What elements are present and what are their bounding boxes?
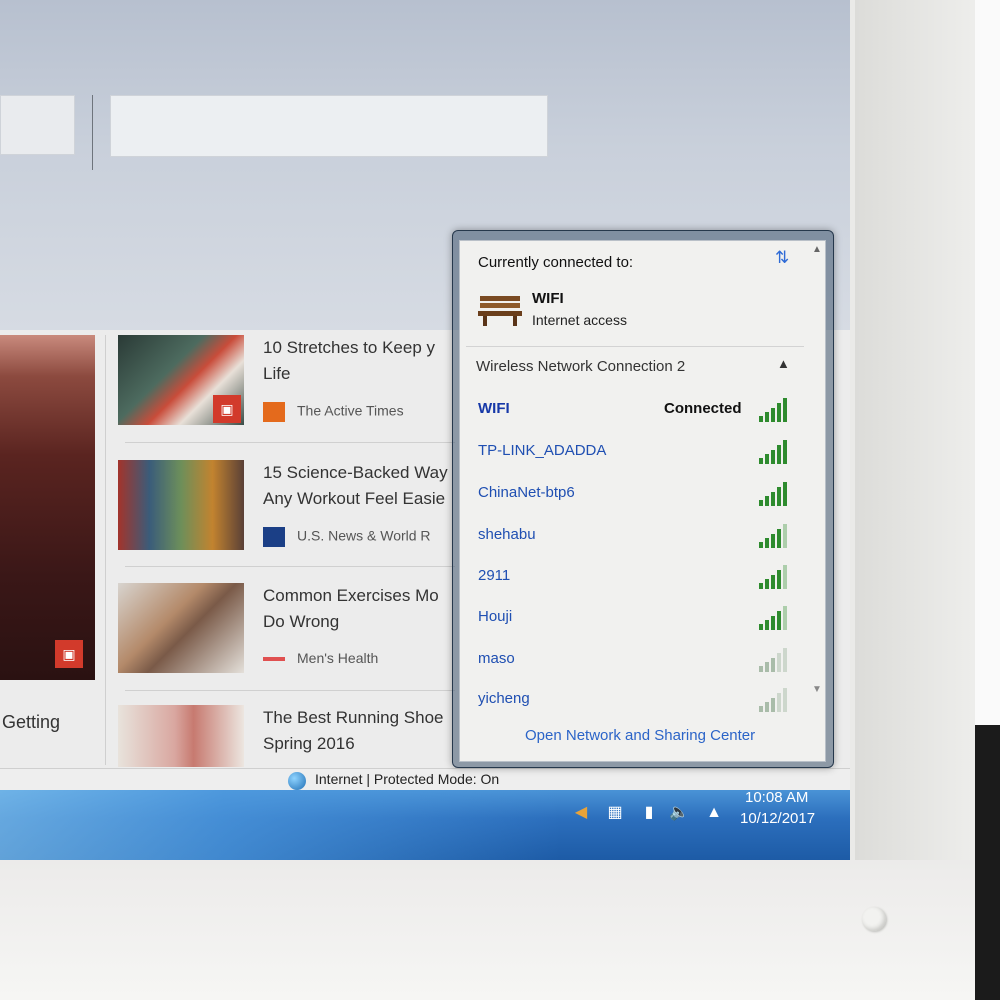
chevron-up-icon[interactable]: ▲ xyxy=(777,356,790,371)
flyout-scrollbar[interactable] xyxy=(808,240,822,700)
signal-strength-icon xyxy=(759,686,791,712)
volume-icon[interactable]: 🔈 xyxy=(668,802,690,824)
network-tray-icon[interactable]: ▲ xyxy=(703,802,725,824)
page-panel-left xyxy=(0,95,75,155)
signal-strength-icon xyxy=(759,438,791,464)
article-title-line1: Common Exercises Mo xyxy=(263,586,439,605)
article-source[interactable]: U.S. News & World R xyxy=(263,527,431,547)
page-panel-search[interactable] xyxy=(110,95,548,157)
article-item[interactable]: Common Exercises Mo Do Wrong Men's Health xyxy=(118,583,458,693)
article-title-line1: The Best Running Shoe xyxy=(263,708,444,727)
network-name: TP-LINK_ADADDA xyxy=(478,442,607,459)
article-title-line2: Spring 2016 xyxy=(263,734,355,753)
network-item-shehabu[interactable]: shehabu xyxy=(468,522,798,560)
network-name: WIFI xyxy=(478,400,510,417)
camera-icon: ▣ xyxy=(213,395,241,423)
clock-time[interactable]: 10:08 AM xyxy=(745,789,808,806)
monitor-bezel-bottom xyxy=(0,860,975,1000)
camera-icon: ▣ xyxy=(55,640,83,668)
globe-icon xyxy=(288,772,306,790)
row-divider xyxy=(125,690,455,691)
source-logo-icon xyxy=(263,657,285,662)
signal-strength-icon xyxy=(759,646,791,672)
network-status: Connected xyxy=(664,400,742,417)
network-name: shehabu xyxy=(478,526,536,543)
signal-strength-icon xyxy=(759,522,791,548)
flyout-divider xyxy=(466,346,804,347)
open-network-sharing-center-link[interactable]: Open Network and Sharing Center xyxy=(525,727,755,744)
article-title[interactable]: 10 Stretches to Keep y Life xyxy=(263,335,463,387)
refresh-icon[interactable]: ⇅ xyxy=(775,248,789,268)
article-thumbnail[interactable] xyxy=(118,705,244,767)
adapter-section-title[interactable]: Wireless Network Connection 2 xyxy=(476,358,685,375)
network-item-tp-link[interactable]: TP-LINK_ADADDA xyxy=(468,438,798,476)
network-item-chinanet[interactable]: ChinaNet-btp6 xyxy=(468,480,798,518)
article-source[interactable]: The Active Times xyxy=(263,402,404,422)
article-title-line1: 10 Stretches to Keep y xyxy=(263,338,435,357)
article-item[interactable]: 15 Science-Backed Way Any Workout Feel Ea… xyxy=(118,460,458,570)
source-logo-icon xyxy=(263,402,285,422)
scroll-up-icon[interactable]: ▲ xyxy=(812,244,822,255)
current-network-name: WIFI xyxy=(532,290,564,307)
action-center-icon[interactable]: ▦ xyxy=(604,802,626,824)
signal-strength-icon xyxy=(759,604,791,630)
signal-strength-icon xyxy=(759,396,791,422)
network-name: Houji xyxy=(478,608,513,625)
screen: ▣ Getting ▣ 10 Stretches to Keep y Life T… xyxy=(0,0,850,860)
network-name: 2911 xyxy=(478,567,511,584)
source-logo-icon xyxy=(263,527,285,547)
background-dark-object xyxy=(975,725,1000,1000)
article-title-line2: Any Workout Feel Easie xyxy=(263,489,446,508)
network-item-yicheng[interactable]: yicheng xyxy=(468,686,798,724)
article-source[interactable]: Men's Health xyxy=(263,650,378,666)
article-title-line2: Do Wrong xyxy=(263,612,340,631)
signal-strength-icon xyxy=(759,480,791,506)
divider xyxy=(92,95,93,170)
source-label: Men's Health xyxy=(297,650,379,666)
article-item[interactable]: ▣ 10 Stretches to Keep y Life The Active … xyxy=(118,335,458,445)
scroll-down-icon[interactable]: ▼ xyxy=(812,684,822,695)
network-name: yicheng xyxy=(478,690,530,707)
article-thumbnail[interactable] xyxy=(118,583,244,673)
source-label: The Active Times xyxy=(297,402,404,419)
network-item-maso[interactable]: maso xyxy=(468,646,798,684)
signal-strength-icon xyxy=(759,563,791,589)
row-divider xyxy=(125,442,455,443)
battery-icon[interactable]: ▮ xyxy=(638,802,660,824)
featured-caption[interactable]: Getting xyxy=(2,712,60,733)
article-title[interactable]: The Best Running Shoe Spring 2016 xyxy=(263,705,463,757)
column-divider xyxy=(105,335,106,765)
network-item-wifi[interactable]: WIFI Connected xyxy=(468,396,798,434)
article-title-line1: 15 Science-Backed Way xyxy=(263,463,448,482)
current-network-status: Internet access xyxy=(532,312,627,328)
article-thumbnail[interactable] xyxy=(118,460,244,550)
article-title[interactable]: 15 Science-Backed Way Any Workout Feel Ea… xyxy=(263,460,463,512)
network-item-2911[interactable]: 2911 xyxy=(468,563,798,601)
source-label: U.S. News & World R xyxy=(297,527,431,544)
article-title[interactable]: Common Exercises Mo Do Wrong xyxy=(263,583,463,635)
network-name: ChinaNet-btp6 xyxy=(478,484,575,501)
taskbar-highlight xyxy=(0,790,560,860)
row-divider xyxy=(125,566,455,567)
network-name: maso xyxy=(478,650,515,667)
featured-image[interactable] xyxy=(0,335,95,680)
network-item-houji[interactable]: Houji xyxy=(468,604,798,642)
connected-header: Currently connected to: xyxy=(478,254,634,271)
clock-date[interactable]: 10/12/2017 xyxy=(740,810,815,827)
show-hidden-icons-icon[interactable]: ◀ xyxy=(570,802,592,824)
status-bar-text: Internet | Protected Mode: On xyxy=(315,771,500,787)
bench-icon xyxy=(478,296,522,326)
power-button[interactable] xyxy=(862,907,886,931)
article-title-line2: Life xyxy=(263,364,291,383)
